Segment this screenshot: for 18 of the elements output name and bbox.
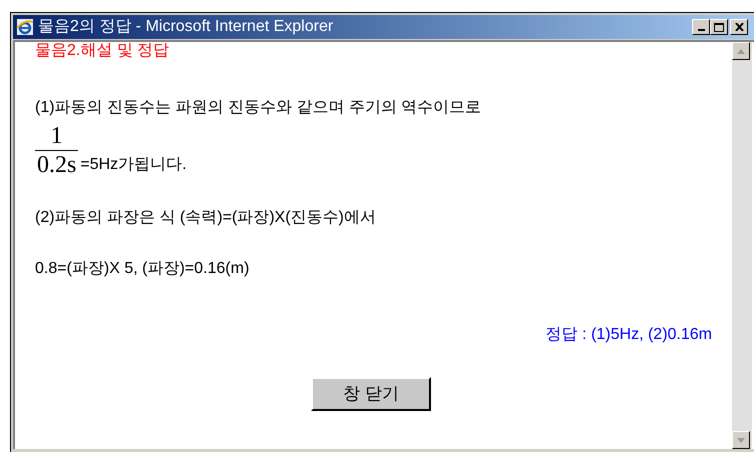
explanation-text: =5Hz가됩니다.: [80, 155, 187, 175]
denominator: 0.2s: [36, 153, 78, 177]
window-title: 물음2의 정답 - Microsoft Internet Explorer: [38, 17, 334, 37]
minimize-button[interactable]: [692, 19, 710, 35]
maximize-button[interactable]: [710, 19, 728, 35]
answer-text: 정답 : (1)5Hz, (2)0.16m: [546, 325, 712, 345]
numerator: 1: [50, 124, 64, 148]
scroll-up-icon[interactable]: [732, 42, 750, 60]
scroll-down-icon[interactable]: [732, 431, 750, 449]
heading: 물음2.해설 및 정답: [35, 41, 170, 61]
explanation-text: (2)파동의 파장은 식 (속력)=(파장)X(진동수)에서: [35, 208, 377, 228]
explanation-text: (1)파동의 진동수는 파원의 진동수와 같으며 주기의 역수이므로: [35, 98, 482, 118]
scrollbar[interactable]: [732, 42, 752, 449]
browser-icon: [16, 18, 34, 36]
close-window-button[interactable]: 창 닫기: [311, 377, 431, 411]
close-icon: [734, 23, 744, 31]
close-button[interactable]: [730, 19, 748, 35]
explanation-text: 0.8=(파장)X 5, (파장)=0.16(m): [35, 259, 250, 279]
